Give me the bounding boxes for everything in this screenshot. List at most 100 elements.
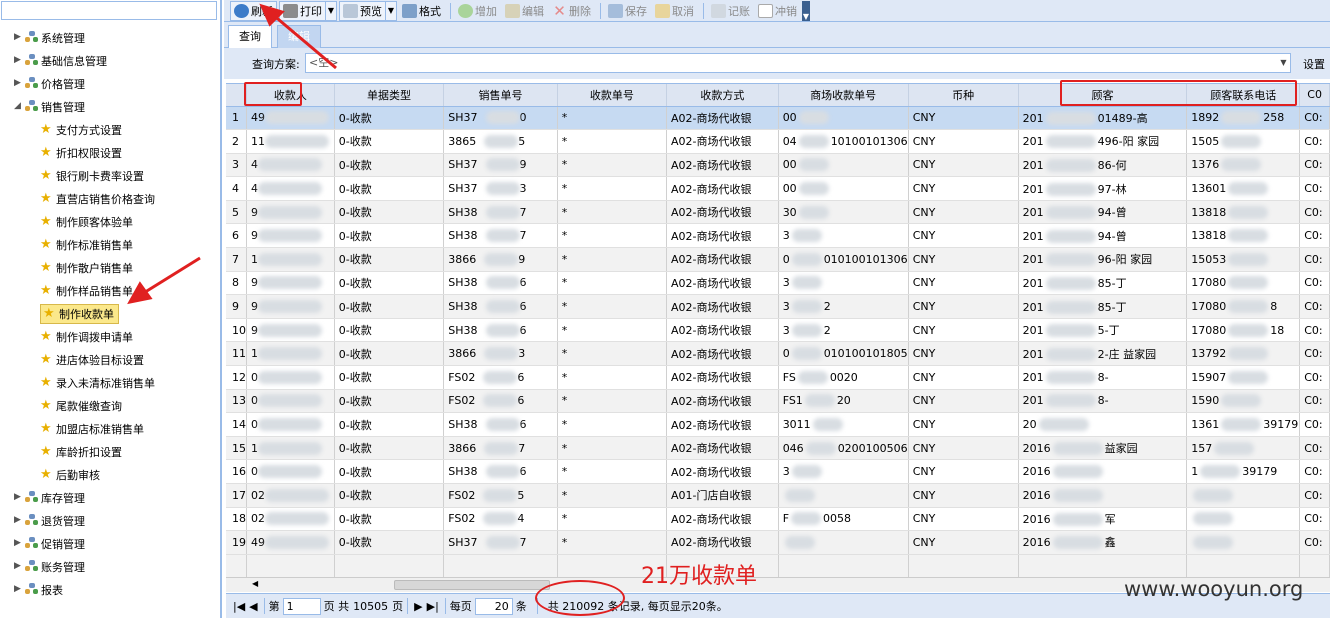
toolbar-overflow-icon[interactable]: ▼ <box>802 0 810 21</box>
tree-group[interactable]: ▶ 账务管理 <box>0 555 220 578</box>
tree-group[interactable]: ▶ 库存管理 <box>0 486 220 509</box>
page-number-input[interactable]: 1 <box>282 597 321 615</box>
table-row[interactable]: 89x0-收款SH38x6*A02-商场代收银3xCNY201x85-丁1708… <box>226 271 1330 296</box>
sidebar-item[interactable]: ★ 制作顾客体验单 <box>0 210 220 233</box>
column-header[interactable]: 商场收款单号 <box>778 84 909 107</box>
cell-receipt-no: * <box>557 271 667 296</box>
sidebar-item[interactable]: ★ 制作收款单 <box>0 302 220 325</box>
table-row[interactable]: 130x0-收款FS02x6*A02-商场代收银FS1x20CNY201x8-1… <box>226 389 1330 414</box>
chevron-down-icon[interactable]: ▼ <box>385 0 396 21</box>
delete-button[interactable]: ✕ 删除 <box>549 1 594 21</box>
table-row[interactable]: 69x0-收款SH38x7*A02-商场代收银3xCNY201x94-曾1381… <box>226 223 1330 249</box>
table-row[interactable]: 149x0-收款SH37x0*A02-商场代收银00xCNY201x01489-… <box>226 106 1330 131</box>
print-button[interactable]: 打印 ▼ <box>279 0 337 21</box>
save-button[interactable]: 保存 <box>605 1 650 21</box>
table-row[interactable]: 1949x0-收款SH37x7*A02-商场代收银xCNY2016x鑫xC0: <box>226 530 1330 555</box>
scroll-left-icon[interactable]: ◀ <box>252 579 258 588</box>
first-page-icon[interactable]: |◀ <box>233 600 245 613</box>
column-header[interactable]: 收款方式 <box>666 84 779 107</box>
table-row[interactable]: 211x0-收款3865x5*A02-商场代收银04x10100101306CN… <box>226 129 1330 154</box>
reverse-button[interactable]: 冲销 <box>755 1 800 21</box>
caret-right-icon[interactable]: ▶ <box>14 55 21 66</box>
table-row[interactable]: 59x0-收款SH38x7*A02-商场代收银30xCNY201x94-曾138… <box>226 200 1330 225</box>
chevron-down-icon[interactable]: ▼ <box>1277 54 1290 72</box>
selected-item-highlight[interactable]: ★ 制作收款单 <box>40 303 119 324</box>
sidebar-item[interactable]: ★ 折扣权限设置 <box>0 141 220 164</box>
table-row[interactable]: 120x0-收款FS02x6*A02-商场代收银FSx0020CNY201x8-… <box>226 365 1330 390</box>
column-header[interactable]: C0 <box>1299 84 1330 107</box>
sidebar-item[interactable]: ★ 支付方式设置 <box>0 118 220 141</box>
add-button[interactable]: 增加 <box>455 1 500 21</box>
table-row[interactable]: 44x0-收款SH37x3*A02-商场代收银00xCNY201x97-林136… <box>226 176 1330 201</box>
cell-mall-receipt-no: 3x2 <box>778 318 909 343</box>
sidebar-item[interactable]: ★ 库龄折扣设置 <box>0 440 220 463</box>
sidebar-item[interactable]: ★ 加盟店标准销售单 <box>0 417 220 440</box>
prev-page-icon[interactable]: ◀ <box>249 600 257 613</box>
table-row[interactable]: 34x0-收款SH37x9*A02-商场代收银00xCNY201x86-何137… <box>226 153 1330 178</box>
preview-button[interactable]: 预览 ▼ <box>339 0 397 21</box>
post-button[interactable]: 记账 <box>708 1 753 21</box>
cell-receipt-no: * <box>557 129 667 154</box>
caret-right-icon[interactable]: ▶ <box>14 515 21 526</box>
cancel-button[interactable]: 取消 <box>652 1 697 21</box>
table-row[interactable]: 71x0-收款3866x9*A02-商场代收银0x010100101306CNY… <box>226 247 1330 272</box>
sidebar-item[interactable]: ★ 制作调拨申请单 <box>0 325 220 348</box>
cell-doc-type: 0-收款 <box>334 389 445 414</box>
pencil-icon <box>505 3 520 18</box>
tree-group[interactable]: ▶ 退货管理 <box>0 509 220 532</box>
tab-query[interactable]: 查询 <box>228 25 272 48</box>
sidebar-item-label: 制作散户销售单 <box>56 261 133 275</box>
column-header[interactable]: 收款单号 <box>557 84 667 107</box>
tree-group[interactable]: ▶ 促销管理 <box>0 532 220 555</box>
cell-extra: C0: <box>1299 271 1330 296</box>
caret-right-icon[interactable]: ▶ <box>14 538 21 549</box>
caret-right-icon[interactable]: ▶ <box>14 492 21 503</box>
sidebar-item[interactable]: ★ 制作样品销售单 <box>0 279 220 302</box>
sidebar-item[interactable]: ★ 进店体验目标设置 <box>0 348 220 371</box>
chevron-down-icon[interactable]: ▼ <box>325 0 336 21</box>
sidebar-search-input[interactable] <box>1 1 217 20</box>
sidebar-item[interactable]: ★ 尾款催缴查询 <box>0 394 220 417</box>
tree-group[interactable]: ▶ 价格管理 <box>0 72 220 95</box>
caret-right-icon[interactable]: ▶ <box>14 78 21 89</box>
sidebar-item[interactable]: ★ 直营店销售价格查询 <box>0 187 220 210</box>
table-row[interactable]: 109x0-收款SH38x6*A02-商场代收银3x2CNY201x5-丁170… <box>226 318 1330 343</box>
settings-button[interactable]: 设置 <box>1303 56 1325 72</box>
sidebar-item[interactable]: ★ 录入未清标准销售单 <box>0 371 220 394</box>
table-row[interactable]: 1802x0-收款FS02x4*A02-商场代收银Fx0058CNY2016x军… <box>226 507 1330 532</box>
table-row[interactable]: 1702x0-收款FS02x5*A01-门店自收银xCNY2016xxC0: <box>226 483 1330 508</box>
table-row[interactable]: 111x0-收款3866x3*A02-商场代收银0x010100101805CN… <box>226 341 1330 367</box>
sidebar-item[interactable]: ★ 制作散户销售单 <box>0 256 220 279</box>
sidebar-item[interactable]: ★ 后勤审核 <box>0 463 220 486</box>
column-header[interactable]: 单据类型 <box>334 84 445 107</box>
sidebar-item[interactable]: ★ 银行刷卡费率设置 <box>0 164 220 187</box>
cell-receipt-no: * <box>557 436 667 461</box>
query-scheme-select[interactable]: <空> <box>305 53 1291 73</box>
cell-currency: CNY <box>908 247 1019 272</box>
refresh-button[interactable]: 刷新 <box>230 0 277 21</box>
caret-down-icon[interactable]: ◢ <box>14 101 21 112</box>
tree-group[interactable]: ▶ 报表 <box>0 578 220 601</box>
next-page-icon[interactable]: ▶ <box>414 600 422 613</box>
table-row[interactable]: 140x0-收款SH38x6*A02-商场代收银3011xCNY20x1361x… <box>226 412 1330 437</box>
column-header[interactable]: 销售单号 <box>443 84 558 107</box>
star-icon: ★ <box>40 237 52 252</box>
last-page-icon[interactable]: ▶| <box>427 600 439 613</box>
tree-group[interactable]: ◢ 销售管理 <box>0 95 220 118</box>
format-button[interactable]: 格式 <box>399 1 444 21</box>
cell-currency: CNY <box>908 459 1019 484</box>
edit-button[interactable]: 编辑 <box>502 1 547 21</box>
column-header[interactable]: 币种 <box>908 84 1019 107</box>
sidebar-item[interactable]: ★ 制作标准销售单 <box>0 233 220 256</box>
scrollbar-thumb[interactable] <box>394 580 550 590</box>
table-row[interactable]: 160x0-收款SH38x6*A02-商场代收银3xCNY2016x1x3917… <box>226 459 1330 484</box>
tab-edit[interactable]: 编辑 <box>277 25 321 48</box>
per-page-input[interactable]: 20 <box>474 597 513 615</box>
tree-group[interactable]: ▶ 基础信息管理 <box>0 49 220 72</box>
tree-group[interactable]: ▶ 系统管理 <box>0 26 220 49</box>
caret-right-icon[interactable]: ▶ <box>14 561 21 572</box>
table-row[interactable]: 151x0-收款3866x7*A02-商场代收银046x0200100506CN… <box>226 436 1330 461</box>
table-row[interactable]: 99x0-收款SH38x6*A02-商场代收银3x2CNY201x85-丁170… <box>226 294 1330 319</box>
caret-right-icon[interactable]: ▶ <box>14 584 21 595</box>
caret-right-icon[interactable]: ▶ <box>14 32 21 43</box>
